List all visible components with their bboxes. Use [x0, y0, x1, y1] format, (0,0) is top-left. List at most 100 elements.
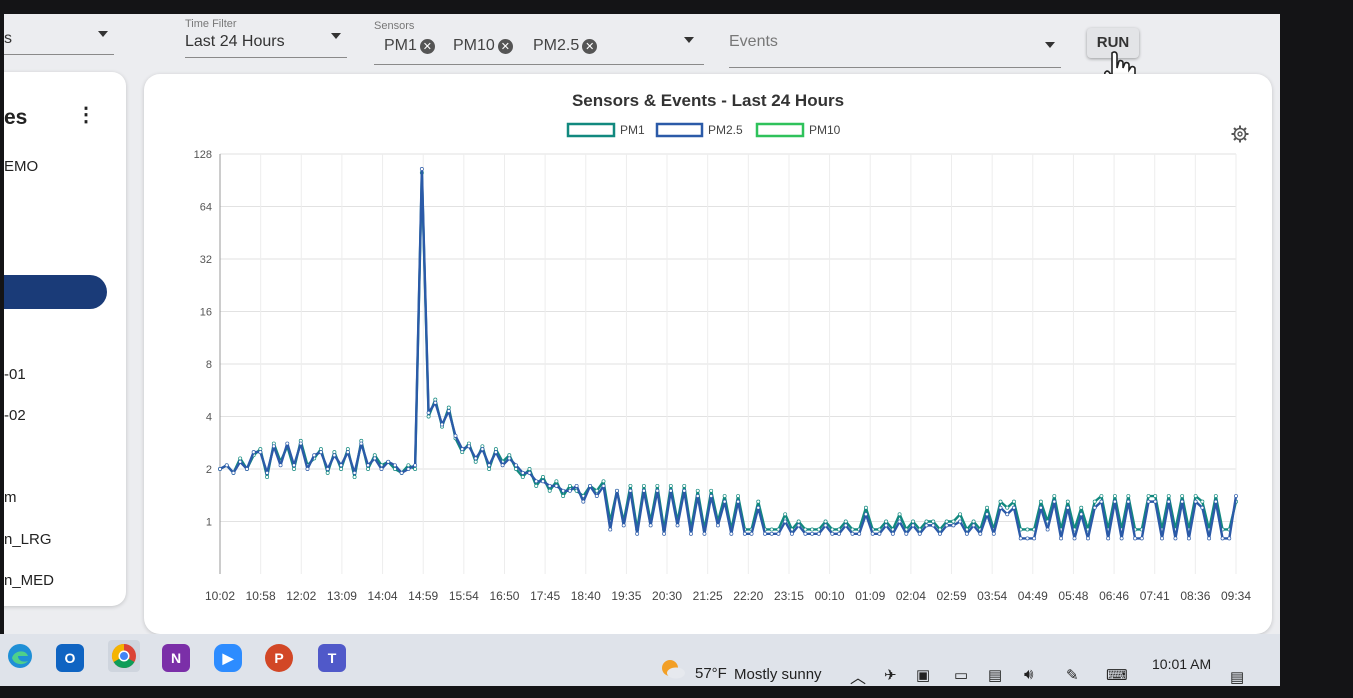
legend-swatch	[566, 122, 616, 138]
notification-center-icon[interactable]: ▤	[1230, 668, 1244, 686]
pen-icon[interactable]: ✎	[1066, 666, 1079, 684]
edge-icon[interactable]	[6, 642, 34, 670]
data-point	[1038, 505, 1043, 510]
screen-capture-icon[interactable]: ▣	[916, 666, 930, 684]
data-point	[931, 523, 936, 528]
data-point	[1213, 494, 1218, 498]
y-tick-label: 64	[200, 202, 212, 214]
x-tick-label: 14:04	[368, 589, 398, 603]
chrome-icon[interactable]	[108, 640, 140, 672]
series-line	[219, 167, 1238, 540]
data-point	[372, 453, 377, 458]
time-filter-label: Time Filter	[185, 18, 237, 30]
events-select[interactable]: Events	[729, 14, 1061, 68]
data-point	[715, 523, 720, 528]
zoom-icon[interactable]: ▶	[214, 644, 242, 672]
data-point	[339, 467, 344, 471]
data-point	[695, 494, 700, 498]
network-icon[interactable]: ▤	[988, 666, 1002, 684]
sidebar-item[interactable]: m	[4, 489, 17, 506]
volume-icon[interactable]: 🔊︎	[1024, 666, 1033, 683]
y-tick-label: 1	[206, 517, 212, 529]
data-point	[1112, 494, 1117, 498]
data-point	[265, 470, 270, 475]
data-point	[285, 441, 290, 446]
data-point	[419, 167, 424, 171]
onenote-icon[interactable]: N	[162, 644, 190, 672]
weather-temp[interactable]: 57°F	[695, 665, 727, 682]
data-point	[265, 475, 270, 479]
data-point	[904, 531, 909, 536]
data-point	[554, 479, 559, 484]
data-point	[1180, 499, 1185, 504]
data-point	[843, 523, 848, 528]
weather-sun-cloud-icon[interactable]	[660, 658, 686, 680]
data-point	[231, 470, 236, 475]
y-tick-label: 128	[194, 149, 212, 161]
sidebar-item[interactable]: -01	[4, 366, 26, 383]
data-point	[890, 531, 895, 536]
sidebar-item[interactable]: n_MED	[4, 572, 54, 589]
data-point	[621, 523, 626, 528]
clock-time[interactable]: 10:01 AM	[1152, 656, 1211, 672]
data-point	[615, 488, 619, 493]
remove-chip-icon[interactable]: ✕	[582, 38, 598, 54]
remove-chip-icon[interactable]: ✕	[497, 38, 513, 54]
battery-icon[interactable]: ▭	[954, 666, 968, 684]
x-tick-label: 22:20	[733, 589, 763, 603]
more-options-icon[interactable]: ⋮	[76, 102, 96, 127]
data-point	[238, 459, 243, 464]
data-point	[251, 450, 256, 455]
data-point	[850, 531, 855, 536]
sidebar-item[interactable]: -02	[4, 407, 26, 424]
data-point	[292, 467, 296, 471]
gear-icon[interactable]	[1231, 125, 1249, 143]
data-point	[547, 488, 552, 493]
data-point	[258, 450, 263, 455]
data-point	[803, 531, 808, 536]
keyboard-icon[interactable]: ⌨	[1106, 666, 1128, 684]
data-point	[783, 512, 788, 517]
x-tick-label: 06:46	[1099, 589, 1129, 603]
data-point	[453, 433, 458, 438]
data-point	[608, 527, 613, 532]
weather-text[interactable]: Mostly sunny	[734, 666, 822, 683]
remove-chip-icon[interactable]: ✕	[419, 38, 435, 54]
notifications-off-icon[interactable]: ✈	[884, 666, 897, 684]
data-point	[1099, 499, 1104, 504]
data-point	[1234, 494, 1238, 498]
data-point	[534, 483, 539, 488]
data-point	[345, 450, 350, 455]
data-point	[985, 505, 989, 510]
data-point	[224, 463, 229, 468]
sensor-chip-pm10[interactable]: PM10 ✕	[453, 36, 513, 56]
sidebar-item-demo[interactable]: EMO	[4, 158, 38, 175]
chevron-up-icon[interactable]: ︿	[850, 664, 866, 688]
data-point	[332, 453, 337, 458]
data-point	[971, 519, 976, 524]
sensor-chip-pm25[interactable]: PM2.5 ✕	[533, 36, 598, 56]
data-point	[911, 519, 915, 524]
data-point	[332, 450, 337, 455]
data-point	[1139, 536, 1144, 541]
sidebar-item[interactable]: n_LRG	[4, 531, 52, 548]
sidebar-item-selected[interactable]	[4, 275, 107, 309]
data-point	[1112, 499, 1117, 504]
powerpoint-icon[interactable]: P	[265, 644, 293, 672]
site-dropdown[interactable]: s	[4, 14, 114, 55]
sensor-chip-pm1[interactable]: PM1 ✕	[384, 36, 435, 56]
outlook-icon[interactable]: O	[56, 644, 84, 672]
time-filter-dropdown[interactable]: Time Filter Last 24 Hours	[185, 14, 347, 58]
data-point	[594, 488, 599, 493]
data-point	[1052, 499, 1057, 504]
teams-icon[interactable]: T	[318, 644, 346, 672]
chevron-down-icon	[98, 31, 108, 37]
data-point	[998, 499, 1003, 504]
data-point	[1099, 494, 1104, 498]
data-point	[561, 494, 566, 498]
x-tick-label: 03:54	[977, 589, 1007, 603]
sensors-select[interactable]: Sensors PM1 ✕ PM10 ✕ PM2.5 ✕	[374, 14, 704, 65]
data-point	[520, 470, 525, 475]
data-point	[635, 531, 640, 536]
data-point	[1065, 499, 1070, 504]
